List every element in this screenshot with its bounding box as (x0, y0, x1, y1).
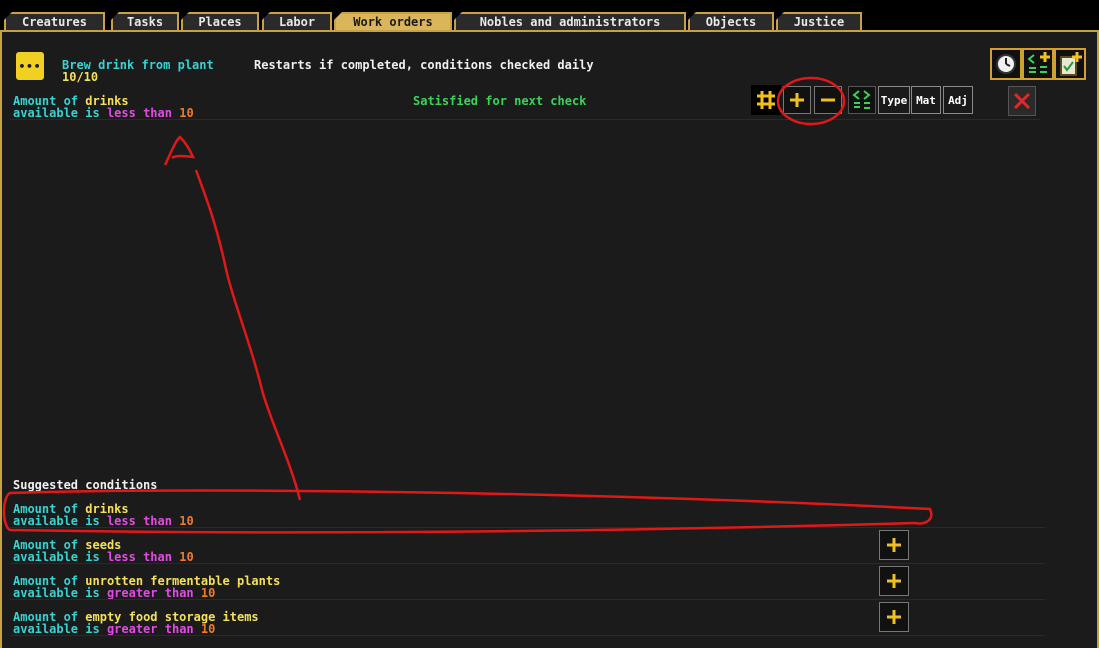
divider (10, 119, 1040, 120)
increase-value-button[interactable] (783, 86, 811, 114)
tab-nobles-and-administrators[interactable]: Nobles and administrators (454, 12, 686, 30)
suggested-condition-line2: available is less than 10 (13, 515, 194, 527)
condition-value: 10 (179, 550, 194, 564)
order-details-button[interactable]: ••• (16, 52, 44, 80)
plus-icon (887, 610, 901, 624)
condition-comparator: less (106, 514, 136, 528)
material-button[interactable]: Mat (911, 86, 941, 114)
order-repeat-status: Restarts if completed, conditions checke… (254, 58, 594, 72)
condition-available: available is (13, 514, 100, 528)
suggested-condition-line2: available is greater than 10 (13, 623, 215, 635)
set-number-button[interactable] (751, 85, 781, 115)
condition-comparator: less (106, 106, 136, 120)
decrease-value-button[interactable] (814, 86, 842, 114)
tab-objects[interactable]: Objects (688, 12, 774, 30)
plus-icon (887, 574, 901, 588)
condition-comparator: greater (106, 622, 158, 636)
comparator-button[interactable] (848, 86, 876, 114)
divider (10, 635, 1045, 636)
condition-than: than (164, 586, 194, 600)
ellipsis-icon: ••• (18, 59, 42, 73)
compare-icon (852, 90, 871, 109)
condition-value: 10 (179, 106, 194, 120)
plus-icon (887, 538, 901, 552)
add-suggested-condition-button[interactable] (879, 566, 909, 596)
suggested-condition-line2: available is greater than 10 (13, 587, 215, 599)
tab-bar: Creatures Tasks Places Labor Work orders… (0, 0, 1099, 32)
condition-available: available is (13, 622, 100, 636)
clipboard-add-icon (1060, 52, 1082, 76)
condition-value: 10 (200, 586, 216, 600)
suggested-condition-line2: available is less than 10 (13, 551, 194, 563)
tab-justice[interactable]: Justice (776, 12, 862, 30)
condition-comparator: less (106, 550, 136, 564)
condition-available: available is (13, 586, 100, 600)
tab-creatures[interactable]: Creatures (4, 12, 105, 30)
condition-value: 10 (179, 514, 194, 528)
condition-than: than (143, 514, 172, 528)
tab-work-orders[interactable]: Work orders (334, 12, 452, 30)
condition-than: than (143, 550, 172, 564)
tab-tasks[interactable]: Tasks (111, 12, 179, 30)
suggested-conditions-heading: Suggested conditions (13, 478, 158, 492)
add-suggested-condition-button[interactable] (879, 530, 909, 560)
add-condition-button[interactable] (1022, 48, 1054, 80)
add-suggested-condition-button[interactable] (879, 602, 909, 632)
close-icon (1013, 92, 1031, 110)
condition-than: than (143, 106, 172, 120)
schedule-button[interactable] (990, 48, 1022, 80)
condition-comparator: greater (106, 586, 158, 600)
clock-icon (996, 54, 1016, 74)
tab-labor[interactable]: Labor (262, 12, 332, 30)
condition-status: Satisfied for next check (413, 94, 587, 108)
divider (10, 563, 1045, 564)
minus-icon (821, 98, 835, 102)
adjective-button[interactable]: Adj (943, 86, 973, 114)
condition-available: available is (13, 550, 100, 564)
remove-condition-button[interactable] (1008, 86, 1036, 116)
condition-than: than (164, 622, 194, 636)
condition-value: 10 (200, 622, 216, 636)
divider (10, 527, 1045, 528)
divider (10, 599, 1045, 600)
type-button[interactable]: Type (878, 86, 910, 114)
active-condition-line2: available is less than 10 (13, 107, 194, 119)
order-progress: 10/10 (62, 70, 99, 84)
tab-places[interactable]: Places (181, 12, 259, 30)
add-order-button[interactable] (1054, 48, 1086, 80)
plus-icon (790, 93, 804, 107)
hash-icon (757, 91, 775, 109)
condition-available: available is (13, 106, 100, 120)
add-condition-icon (1027, 52, 1050, 73)
